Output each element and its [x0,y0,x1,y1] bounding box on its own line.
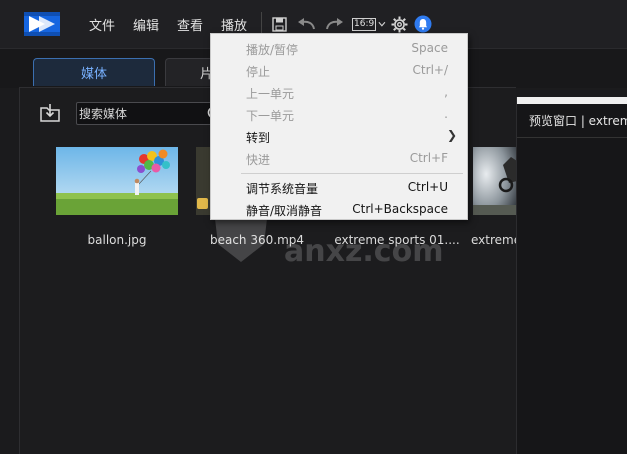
submenu-arrow-icon: ❯ [446,128,457,142]
menu-playback[interactable]: 播放 [221,15,247,34]
menu-item-label: 调节系统音量 [246,182,319,196]
menu-item-label: 静音/取消静音 [246,204,323,218]
menu-item-shortcut: Space [411,41,448,55]
menu-item-next-unit[interactable]: 下一单元 . [211,103,467,125]
preview-header-bar [517,97,627,104]
redo-icon[interactable] [323,14,345,34]
divider [517,137,627,138]
menu-item-system-volume[interactable]: 调节系统音量 Ctrl+U [211,176,467,198]
media-thumbnail-balloons [56,147,178,215]
menu-item-shortcut: Ctrl+F [409,151,448,165]
preview-title: 预览窗口 | extreme [529,114,627,128]
menu-item-mute[interactable]: 静音/取消静音 Ctrl+Backspace [211,198,467,220]
tab-media[interactable]: 媒体 [33,58,155,86]
preview-panel: 预览窗口 | extreme [516,97,627,454]
aspect-ratio-value: 16:9 [352,17,377,31]
chevron-down-icon [378,21,386,27]
menu-item-go-to[interactable]: 转到 ❯ [211,125,467,147]
app-logo-icon [24,12,60,36]
settings-gear-icon[interactable] [389,14,409,34]
playback-dropdown-menu: 播放/暂停 Space 停止 Ctrl+/ 上一单元 , 下一单元 . 转到 ❯… [210,33,468,220]
menu-edit[interactable]: 编辑 [133,15,159,34]
video-360-badge-icon [197,198,208,209]
media-item[interactable]: extreme [471,147,521,257]
menu-item-shortcut: Ctrl+U [407,180,448,194]
menu-item-shortcut: Ctrl+/ [412,63,448,77]
menu-view[interactable]: 查看 [177,15,203,34]
menu-item-shortcut: , [444,85,448,99]
menu-item-label: 停止 [246,65,271,79]
media-item-label: ballon.jpg [87,233,147,247]
media-item-label: beach 360.mp4 [209,233,305,247]
menu-item-label: 上一单元 [246,87,295,101]
menu-separator [241,173,463,174]
menu-item-stop[interactable]: 停止 Ctrl+/ [211,59,467,81]
menu-item-label: 下一单元 [246,109,295,123]
menu-item-play-pause[interactable]: 播放/暂停 Space [211,37,467,59]
aspect-ratio-select[interactable]: 16:9 [352,14,386,34]
undo-icon[interactable] [296,14,318,34]
save-icon[interactable] [270,14,288,34]
search-box [76,102,228,125]
search-input[interactable] [79,104,199,123]
menu-item-shortcut: Ctrl+Backspace [352,202,448,216]
import-media-icon[interactable] [39,103,61,123]
menu-item-fast-forward[interactable]: 快进 Ctrl+F [211,147,467,169]
media-item[interactable]: ballon.jpg [56,147,178,257]
menu-item-previous-unit[interactable]: 上一单元 , [211,81,467,103]
menu-item-shortcut: . [444,107,448,121]
menu-file[interactable]: 文件 [89,15,115,34]
media-thumbnail-motocross [473,147,517,215]
menu-item-label: 快进 [246,153,271,167]
media-item-label: extreme sports 01.... [334,233,460,247]
menu-item-label: 播放/暂停 [246,43,299,57]
notification-bell-icon[interactable] [413,14,433,34]
menu-item-label: 转到 [246,131,271,145]
